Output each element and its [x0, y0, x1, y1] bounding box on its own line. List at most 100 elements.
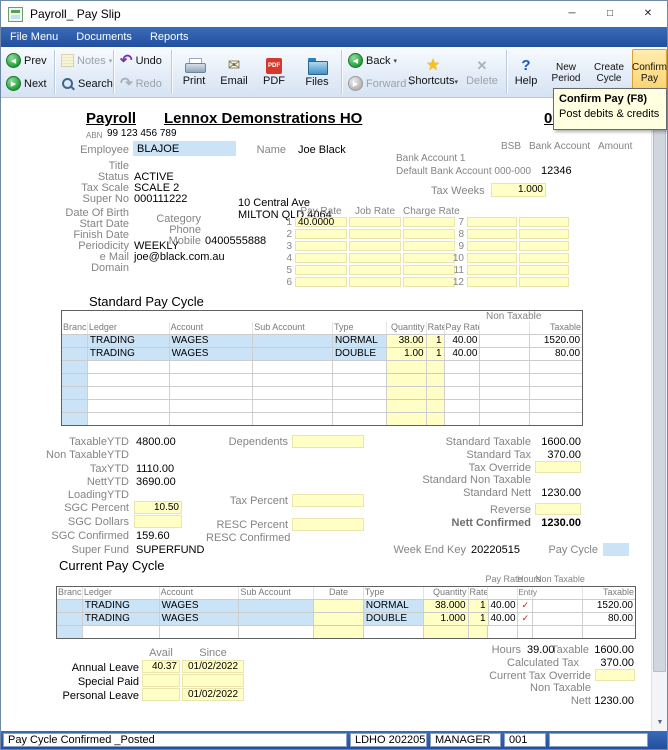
- cell-branch[interactable]: [57, 613, 83, 625]
- rate-11-field[interactable]: [467, 265, 517, 275]
- annual-leave-avail-field[interactable]: 40.37: [142, 660, 180, 673]
- cell-sub-account[interactable]: [239, 600, 315, 612]
- cell-quantity[interactable]: 1.000: [423, 613, 469, 625]
- cell-quantity[interactable]: 38.000: [423, 600, 469, 612]
- tax-override-field[interactable]: [535, 461, 581, 473]
- job-rate-5-field[interactable]: [349, 265, 401, 275]
- cell-branch[interactable]: [57, 626, 83, 638]
- entry-check-icon[interactable]: ✓: [518, 613, 534, 625]
- rate-9b-field[interactable]: [519, 241, 569, 251]
- cell-type[interactable]: DOUBLE: [363, 613, 424, 625]
- cell-type[interactable]: NORMAL: [332, 335, 387, 347]
- tax-percent-field[interactable]: [292, 494, 364, 507]
- rate-11b-field[interactable]: [519, 265, 569, 275]
- charge-rate-2-field[interactable]: [403, 229, 455, 239]
- cell-branch[interactable]: [62, 361, 88, 373]
- minimize-button[interactable]: ─: [553, 1, 591, 27]
- sgc-percent-field[interactable]: 10.50: [134, 501, 182, 514]
- maximize-button[interactable]: □: [591, 1, 629, 27]
- prev-button[interactable]: ◀ Prev: [3, 50, 50, 71]
- cell-type[interactable]: NORMAL: [363, 600, 424, 612]
- vertical-scrollbar[interactable]: ▲ ▼: [651, 98, 667, 731]
- entry-check-icon[interactable]: ✓: [518, 600, 534, 612]
- charge-rate-6-field[interactable]: [403, 277, 455, 287]
- close-button[interactable]: ✕: [629, 1, 667, 27]
- cell-rate[interactable]: 1: [468, 600, 489, 612]
- pay-rate-6-field[interactable]: [295, 277, 347, 287]
- charge-rate-5-field[interactable]: [403, 265, 455, 275]
- cell-account[interactable]: WAGES: [169, 335, 254, 347]
- cell-quantity[interactable]: 38.00: [386, 335, 427, 347]
- next-button[interactable]: ▶ Next: [3, 73, 50, 94]
- cell-account[interactable]: WAGES: [159, 613, 240, 625]
- undo-button[interactable]: ↶ Undo: [117, 50, 165, 71]
- cell-ledger[interactable]: TRADING: [82, 613, 160, 625]
- personal-leave-since-field[interactable]: 01/02/2022: [182, 688, 244, 701]
- search-button[interactable]: Search: [58, 73, 116, 94]
- dependents-field[interactable]: [292, 435, 364, 448]
- menu-documents[interactable]: Documents: [67, 27, 141, 47]
- employee-code-field[interactable]: BLAJOE: [133, 141, 236, 156]
- email-button[interactable]: ✉ Email: [215, 49, 253, 96]
- cell-branch[interactable]: [62, 335, 88, 347]
- delete-button[interactable]: ✕ Delete: [461, 49, 503, 96]
- cell-branch[interactable]: [62, 400, 88, 412]
- cell-sub-account[interactable]: [239, 613, 315, 625]
- job-rate-1-field[interactable]: [349, 217, 401, 227]
- pay-rate-1-field[interactable]: 40.0000: [295, 217, 347, 228]
- special-paid-since-field[interactable]: [182, 674, 244, 687]
- menu-reports[interactable]: Reports: [141, 27, 198, 47]
- pdf-button[interactable]: PDF PDF: [255, 49, 293, 96]
- shortcuts-button[interactable]: ★ Shortcuts▾: [405, 49, 461, 96]
- special-paid-avail-field[interactable]: [142, 674, 180, 687]
- pay-rate-2-field[interactable]: [295, 229, 347, 239]
- current-tax-override-field[interactable]: [595, 669, 635, 681]
- redo-button[interactable]: ↷ Redo: [117, 73, 165, 94]
- notes-button[interactable]: Notes ▾: [58, 50, 115, 71]
- rate-8-field[interactable]: [467, 229, 517, 239]
- cell-ledger[interactable]: TRADING: [87, 348, 170, 360]
- cell-rate[interactable]: 1: [468, 613, 489, 625]
- scrollbar-thumb[interactable]: [653, 114, 666, 672]
- cell-ledger[interactable]: TRADING: [87, 335, 170, 347]
- annual-leave-since-field[interactable]: 01/02/2022: [182, 660, 244, 673]
- rate-10b-field[interactable]: [519, 253, 569, 263]
- cell-account[interactable]: WAGES: [159, 600, 240, 612]
- job-rate-4-field[interactable]: [349, 253, 401, 263]
- charge-rate-1-field[interactable]: [403, 217, 455, 227]
- cell-sub-account[interactable]: [253, 335, 333, 347]
- rate-8b-field[interactable]: [519, 229, 569, 239]
- cell-branch[interactable]: [62, 348, 88, 360]
- cell-rate[interactable]: 1: [426, 335, 445, 347]
- cell-sub-account[interactable]: [253, 348, 333, 360]
- cell-date[interactable]: [314, 600, 364, 612]
- personal-leave-avail-field[interactable]: [142, 688, 180, 701]
- print-button[interactable]: Print: [175, 49, 213, 96]
- rate-7-field[interactable]: [467, 217, 517, 227]
- rate-9-field[interactable]: [467, 241, 517, 251]
- cell-type[interactable]: DOUBLE: [332, 348, 387, 360]
- cell-rate[interactable]: 1: [426, 348, 445, 360]
- pay-rate-5-field[interactable]: [295, 265, 347, 275]
- cell-branch[interactable]: [62, 413, 88, 425]
- rate-12-field[interactable]: [467, 277, 517, 287]
- rate-10-field[interactable]: [467, 253, 517, 263]
- resc-percent-field[interactable]: [292, 518, 364, 531]
- back-button[interactable]: ◀ Back ▾: [345, 50, 400, 71]
- cell-branch[interactable]: [62, 387, 88, 399]
- rate-12b-field[interactable]: [519, 277, 569, 287]
- tax-weeks-field[interactable]: 1.000: [491, 183, 546, 197]
- cell-branch[interactable]: [57, 600, 83, 612]
- help-button[interactable]: ? Help: [509, 49, 543, 96]
- scroll-down-icon[interactable]: ▼: [652, 715, 667, 731]
- rate-7b-field[interactable]: [519, 217, 569, 227]
- job-rate-6-field[interactable]: [349, 277, 401, 287]
- cell-quantity[interactable]: 1.00: [386, 348, 427, 360]
- menu-file[interactable]: File Menu: [1, 27, 67, 47]
- cell-ledger[interactable]: TRADING: [82, 600, 160, 612]
- job-rate-3-field[interactable]: [349, 241, 401, 251]
- pay-cycle-field[interactable]: [603, 543, 629, 556]
- charge-rate-3-field[interactable]: [403, 241, 455, 251]
- pay-rate-4-field[interactable]: [295, 253, 347, 263]
- reverse-field[interactable]: [535, 503, 581, 515]
